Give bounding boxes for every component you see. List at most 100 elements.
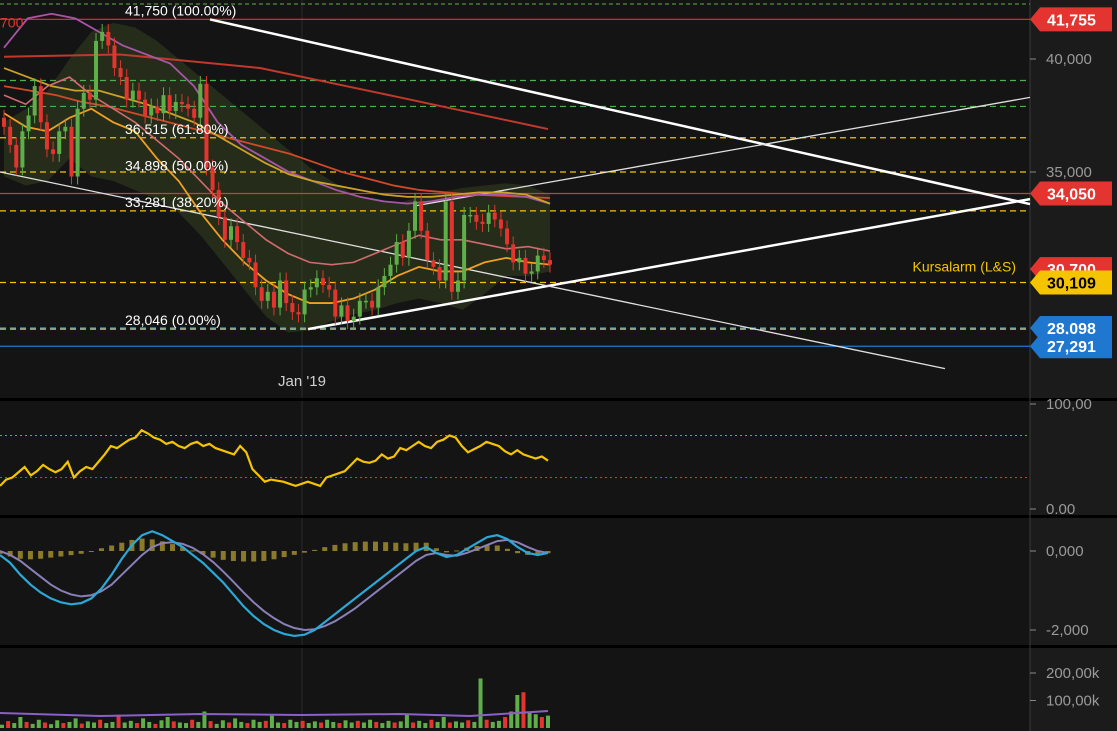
candle [290,303,294,312]
volume-bar [405,715,409,728]
volume-bar [43,723,47,729]
macd-histogram-bar [312,550,317,551]
macd-histogram-bar [18,551,23,559]
price-tag: 41,755 [1030,7,1112,31]
candle [76,109,80,177]
y-tick-label: 35,000 [1046,164,1092,181]
candle [431,260,435,267]
macd-histogram-bar [231,551,236,561]
volume-bar [141,718,145,728]
volume-bar [6,721,10,728]
candle [8,127,12,145]
candle [266,292,270,301]
volume-bar [368,720,372,728]
candle [14,145,18,168]
volume-bar [515,695,519,728]
candle [69,127,73,177]
price-tag: 27,291 [1030,334,1112,358]
price-tag-label: 27,291 [1047,339,1096,356]
candle [548,260,552,265]
volume-bar [411,723,415,729]
volume-bar [479,679,483,729]
candle [444,201,448,280]
volume-bar [252,720,256,728]
y-tick-label: 40,000 [1046,51,1092,68]
macd-histogram-bar [495,545,500,551]
volume-bar [123,723,127,729]
candle [192,109,196,118]
macd-histogram-bar [251,551,256,562]
panel-separator [0,398,1117,401]
candle [125,77,129,100]
candle [241,242,245,258]
candle [198,84,202,118]
volume-bar [540,717,544,728]
x-axis-label: Jan '19 [278,373,326,390]
candle [309,287,313,289]
candle [235,226,239,242]
candle [51,149,55,154]
candle [315,278,319,287]
candle [339,305,343,316]
candle [260,287,264,301]
candle [27,116,31,132]
candle [119,68,123,77]
chart-canvas: 41,750 (100.00%)36,515 (61.80%)34,898 (5… [0,0,1117,731]
volume-bar [521,692,525,728]
macd-histogram-bar [332,545,337,551]
volume-bar [466,720,470,728]
macd-histogram-bar [38,551,43,559]
macd-histogram-bar [190,550,195,551]
candle [296,312,300,314]
macd-histogram-bar [170,544,175,551]
volume-bar [0,725,4,728]
volume-bar [37,720,41,728]
y-tick-label: 200,00k [1046,665,1100,682]
volume-bar [129,721,133,728]
price-tag: 34,050 [1030,181,1112,205]
candle [174,102,178,111]
volume-bar [184,723,188,728]
candle [456,280,460,291]
candle [425,231,429,260]
candle [333,290,337,317]
candle [2,118,6,127]
macd-histogram-bar [353,542,358,551]
candle [180,102,184,104]
volume-bar [196,722,200,728]
macd-histogram-bar [99,548,104,551]
volume-bar [325,720,329,728]
candle [388,265,392,276]
candle [162,95,166,113]
volume-bar [61,723,65,728]
volume-bar [294,722,298,728]
volume-bar [86,721,90,728]
candle [278,280,282,307]
candle [370,301,374,308]
macd-histogram-bar [261,551,266,561]
candle [542,256,546,261]
volume-bar [497,721,501,728]
volume-bar [503,717,507,728]
candle [450,201,454,291]
volume-bar [442,717,446,728]
fib-label: 41,750 (100.00%) [125,2,236,18]
macd-histogram-bar [211,551,216,558]
price-tag-label: 34,050 [1047,186,1096,203]
volume-bar [491,722,495,728]
candle [438,267,442,281]
volume-bar [178,723,182,729]
volume-bar [110,722,114,728]
candle [94,41,98,100]
macd-histogram-bar [393,543,398,551]
macd-histogram-bar [292,551,297,555]
volume-bar [460,723,464,729]
candle [493,213,497,220]
candle [303,290,307,315]
candle [229,226,233,240]
macd-histogram-bar [89,551,94,552]
candle [364,301,368,303]
y-tick-label: 100,00k [1046,693,1100,710]
y-tick-label: 0.00 [1046,501,1075,518]
fib-label: 28,046 (0.00%) [125,312,221,328]
